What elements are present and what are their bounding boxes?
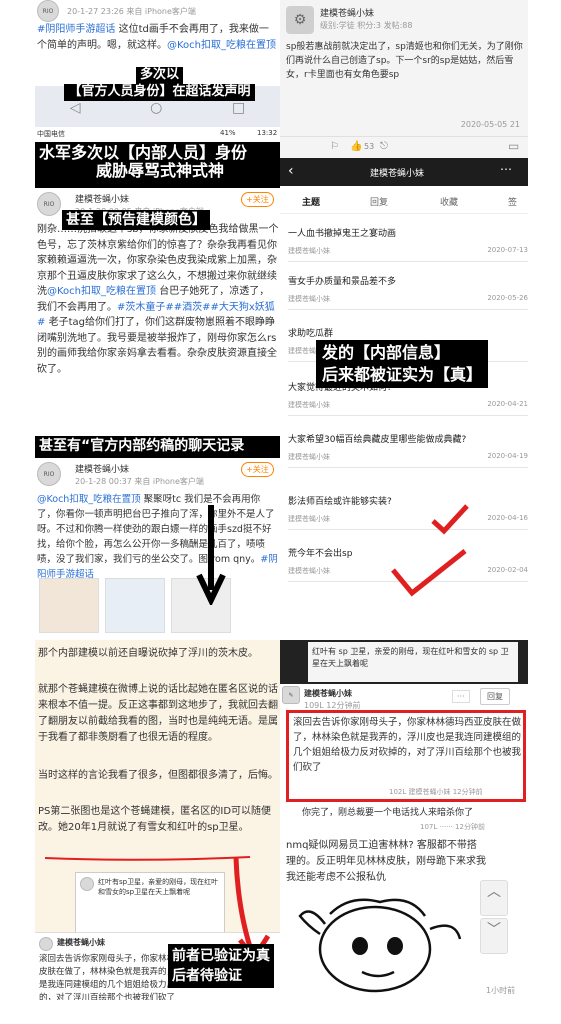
avatar[interactable]: RIO (37, 462, 61, 486)
overlay-internal-info: 发的【内部信息】 后来都被证实为【真】 (316, 340, 489, 388)
note-p2: 就那个苍蝇建模在微博上说的话比起她在匿名区说的话来根本不值一提。反正这事都到这地… (38, 684, 278, 743)
mention-link[interactable]: @Koch扣取_吃粮在置顶 (167, 40, 276, 51)
post-actions: ⚐ 👍 53 ⎋ ▭ (280, 136, 528, 158)
item-author: 建模苍蝇小妹 (288, 295, 330, 303)
nav-home-icon[interactable]: ○ (150, 100, 162, 116)
overlay-official-identity: 多次以 【官方人员身份】在超话发声明 (52, 66, 267, 102)
item-title: 求助吃瓜群 (288, 329, 334, 339)
red-underline (45, 856, 251, 861)
share-icon[interactable]: ⎋ (380, 141, 388, 152)
nav-recent-icon[interactable]: □ (232, 100, 245, 116)
note-p4: PS第二张图也是这个苍蝇建模，匿名区的ID可以随便改。她20年1月就说了有雪女和… (38, 806, 272, 833)
overlay-water-army: 水军多次以【内部人员】身份 威胁辱骂式神式神 (35, 142, 285, 188)
item-title: 一人血书撤掉鬼王之宴动画 (288, 229, 397, 239)
follow-button[interactable]: +关注 (241, 192, 274, 207)
author-name[interactable]: 建模苍蝇小妹 (304, 688, 352, 699)
author-name[interactable]: 建模苍蝇小妹 (320, 6, 374, 19)
item-date: 2020-05-26 (487, 294, 528, 302)
mini-quote: 红叶有sp卫星，亲爱的刚母，现在红叶和雪女的sp卫星在天上飘着呢 (98, 878, 219, 896)
time-ago: 1小时前 (486, 986, 516, 995)
overlay-predict-color: 甚至【预告建模颜色】 (62, 210, 210, 231)
sketch-figure-image (298, 898, 462, 993)
avatar (39, 937, 53, 951)
forum-post: ⚙ 建模苍蝇小妹 级别:学徒 积分:3 发帖:88 sp般若惠战前就决定出了，s… (280, 0, 528, 136)
back-icon[interactable]: ‹ (288, 163, 294, 179)
item-date: 2020-04-21 (487, 400, 528, 408)
check-mark-icon (431, 504, 469, 535)
author-name[interactable]: 建模苍蝇小妹 (75, 192, 129, 205)
post-text: @Koch扣取_吃粮在置顶 聚聚呀tc 我们是不会再用你了，你看你一顿声明把台巴… (37, 494, 278, 580)
item-author: 建模苍蝇小妹 (288, 247, 330, 255)
avatar[interactable]: RIO (37, 192, 61, 216)
topic-link[interactable]: #阴阳师手游超话 (37, 24, 115, 35)
avatar[interactable]: ✎ (282, 686, 300, 704)
list-item[interactable]: 影法师百绘或许能够实装? 建模苍蝇小妹 2020-04-16 (288, 490, 528, 530)
arrow-down-icon (196, 505, 226, 605)
item-title: 雪女手办质量和景品差不多 (288, 277, 397, 287)
item-author: 建模苍蝇小妹 (288, 567, 330, 575)
item-date: 2020-02-04 (487, 566, 528, 574)
author-meta: 级别:学徒 积分:3 发帖:88 (320, 21, 413, 30)
avatar[interactable]: RIO (37, 0, 59, 22)
avatar (80, 877, 94, 891)
scroll-up-button[interactable]: ︿ (480, 880, 508, 916)
reply-button[interactable]: 回复 (480, 688, 510, 705)
status-bar: 中国电信 41% 13:32 (35, 127, 280, 141)
note-p3: 当时这样的言论我看了很多，但图都很多清了，后悔。 (38, 770, 278, 781)
post-text: sp般若惠战前就决定出了，sp清姬也和你们无关，为了刚你们再说什么自己创造了sp… (286, 42, 523, 80)
overlay-verified: 前者已验证为真 后者待验证 (168, 944, 274, 988)
more-icon[interactable]: ⋯ (500, 162, 512, 176)
post-client: 来自 iPhone客户端 (126, 7, 196, 16)
flag-icon[interactable]: ⚐ (330, 141, 339, 152)
list-item[interactable]: 雪女手办质量和景品差不多 建模苍蝇小妹 2020-05-26 (288, 270, 528, 310)
tab-replies[interactable]: 回复 (370, 195, 388, 208)
item-author: 建模苍蝇小妹 (288, 453, 330, 461)
overlay-chat-record: 甚至有“官方内部约稿的聊天记录 (35, 436, 283, 458)
tab-topics[interactable]: 主题 (302, 195, 320, 208)
clock: 13:32 (257, 129, 278, 137)
reply-panel: 红叶有 sp 卫星，亲爱的刚母，现在红叶和雪女的 sp 卫星在天上飘着呢 ✎ 建… (280, 640, 528, 1024)
like-count: 53 (364, 142, 375, 151)
item-title: 荒今年不会出sp (288, 549, 353, 559)
item-date: 2020-04-16 (487, 514, 528, 522)
quote-box: 红叶有 sp 卫星，亲爱的刚母，现在红叶和雪女的 sp 卫星在天上飘着呢 (308, 642, 518, 682)
avatar[interactable]: ⚙ (286, 6, 314, 34)
battery-level: 41% (220, 129, 236, 137)
follow-button[interactable]: +关注 (241, 462, 274, 477)
post-text: #阴阳师手游超话 这位td画手不会再用了，我来做一个简单的声明。嗯，就这样。@K… (37, 24, 277, 51)
nav-back-icon[interactable]: ◁ (70, 100, 81, 116)
like-icon[interactable]: 👍 (350, 141, 362, 152)
item-date: 2020-07-13 (487, 246, 528, 254)
nav-title: 建模苍蝇小妹 (370, 169, 425, 179)
check-mark-icon (391, 549, 467, 597)
list-item[interactable]: 大家希望30幅百绘典藏皮里哪些能做成典藏? 建模苍蝇小妹 2020-04-19 (288, 428, 528, 468)
image-thumbnail[interactable] (39, 578, 99, 633)
item-title: 大家希望30幅百绘典藏皮里哪些能做成典藏? (288, 435, 467, 445)
item-author: 建模苍蝇小妹 (288, 515, 330, 523)
more-icon[interactable]: ··· (452, 690, 470, 703)
list-item[interactable]: 一人血书撤掉鬼王之宴动画 建模苍蝇小妹 2020-07-13 (288, 222, 528, 262)
reply-icon[interactable]: ▭ (508, 139, 519, 153)
tab-sign[interactable]: 签 (508, 195, 517, 208)
post-date: 2020-05-05 21 (460, 120, 520, 129)
nav-bar: ‹ 建模苍蝇小妹 ⋯ (280, 158, 528, 186)
item-date: 2020-04-19 (487, 452, 528, 460)
item-title: 影法师百绘或许能够实装? (288, 497, 392, 507)
tab-bar: 主题 回复 收藏 签 (280, 186, 528, 214)
post-3: RIO 建模苍蝇小妹 20-1-28 00:37 来自 iPhone客户端 +关… (35, 458, 280, 638)
post-date: 20-1-27 23:26 (67, 7, 124, 16)
post-text: 刚杂……洗扣取这个sb，你家新皮肤皮色我给做黑一个色号，忘了茨林京紫给你们的惊喜… (37, 224, 279, 375)
reply-msg: 你完了，刚总裁要一个电话找人来暗杀你了 (302, 808, 474, 818)
item-author: 建模苍蝇小妹 (288, 401, 330, 409)
tab-favorites[interactable]: 收藏 (440, 195, 458, 208)
author-name[interactable]: 建模苍蝇小妹 (75, 462, 129, 475)
note-p1: 那个内部建模以前还自曝说砍掉了浮川的茨木皮。 (38, 648, 258, 659)
reply-msg: nmq疑似网易员工迫害林林? 客服都不带搭理的。反正明年见林林皮肤，刚母跪下来求… (286, 840, 486, 883)
scroll-down-button[interactable]: ﹀ (480, 918, 508, 954)
highlighted-reply: 滚回去告诉你家刚母头子，你家林林德玛西亚皮肤在做了，林林染色就是我弄的，浮川皮也… (286, 710, 526, 802)
mini-screenshot: 红叶有sp卫星，亲爱的刚母，现在红叶和雪女的sp卫星在天上飘着呢 (75, 872, 225, 934)
image-thumbnail[interactable] (105, 578, 165, 633)
